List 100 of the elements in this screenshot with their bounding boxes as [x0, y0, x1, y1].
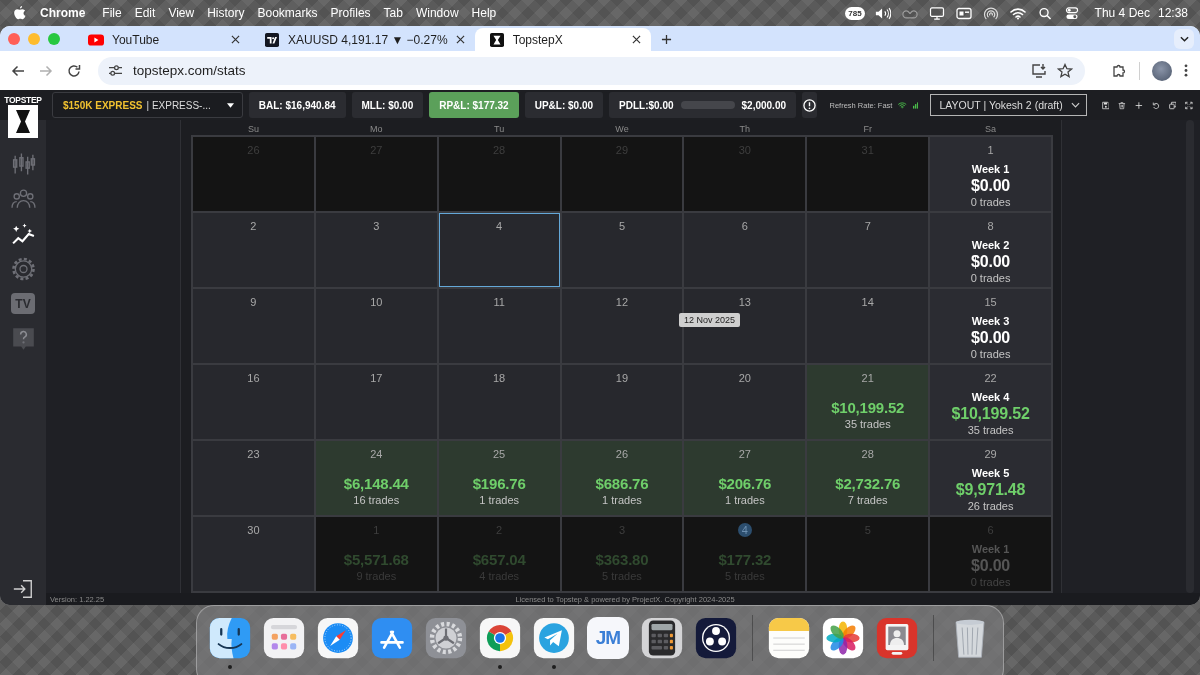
menu-item[interactable]: View [168, 6, 195, 20]
calendar-day-cell[interactable]: 21 $10,199.52 35 trades [807, 365, 929, 439]
volume-icon[interactable] [874, 6, 891, 20]
menu-item[interactable]: History [207, 6, 245, 20]
tab-search-button[interactable] [1174, 28, 1194, 49]
x-logo-icon[interactable] [8, 105, 38, 138]
menu-clock[interactable]: 12:38 [1157, 6, 1188, 20]
star-icon[interactable] [1057, 62, 1073, 79]
calendar-day-cell[interactable]: 20 [684, 365, 806, 439]
day-number: 3 [373, 220, 380, 232]
calendar-day-cell[interactable]: 11 [438, 289, 560, 363]
calendar-day-cell[interactable]: 3 [315, 213, 437, 287]
puzzle-icon[interactable] [1111, 62, 1127, 79]
site-settings-icon[interactable] [108, 64, 123, 77]
ring-logo-icon[interactable] [695, 617, 737, 659]
plus-icon[interactable] [1135, 99, 1143, 111]
day-number: 24 [370, 448, 383, 460]
candlestick-chart-icon[interactable] [10, 151, 36, 176]
control-center-icon[interactable] [1063, 6, 1080, 20]
address-bar[interactable]: topstepx.com/stats [98, 56, 1085, 85]
calculator-icon[interactable] [641, 617, 683, 659]
day-number: 7 [864, 220, 871, 232]
calendar-day-cell[interactable]: 16 [193, 365, 314, 439]
sparkle-trend-icon[interactable] [10, 221, 36, 246]
calendar-day-cell[interactable]: 23 [193, 441, 314, 515]
app-grid-icon[interactable] [263, 617, 305, 659]
calendar-day-cell[interactable]: 30 [193, 517, 314, 591]
reload-icon[interactable] [66, 62, 82, 79]
calendar-day-cell[interactable]: 4 [438, 213, 560, 287]
calendar-day-cell[interactable]: 17 [315, 365, 437, 439]
menu-item[interactable]: Help [471, 6, 497, 20]
browser-tab[interactable]: XAUUSD 4,191.17 ▼ −0.27% [250, 28, 475, 51]
portrait-frame-icon[interactable] [876, 617, 918, 659]
gear-icon[interactable] [10, 256, 36, 281]
layout-dropdown[interactable]: LAYOUT | Yokesh 2 (draft) [930, 94, 1087, 116]
save-icon[interactable] [1101, 99, 1110, 111]
menu-item[interactable]: Edit [134, 6, 156, 20]
pnl-amount: $196.76 [472, 474, 526, 494]
expand-icon[interactable] [1185, 99, 1194, 111]
calendar-day-cell[interactable]: 28 $2,732.76 7 trades [807, 441, 929, 515]
menu-item[interactable]: File [102, 6, 122, 20]
avatar-icon[interactable] [1152, 60, 1172, 81]
calendar-day-cell[interactable]: 9 [193, 289, 314, 363]
browser-tab[interactable]: TopstepX [474, 28, 651, 51]
close-icon[interactable] [231, 35, 240, 44]
day-number: 28 [861, 448, 874, 460]
menu-item[interactable]: Window [415, 6, 459, 20]
weekday-label: Th [739, 124, 751, 135]
help-icon[interactable] [10, 326, 36, 351]
calendar-day-cell[interactable]: 2 [193, 213, 314, 287]
logout-icon[interactable] [12, 578, 34, 600]
calendar-day-cell[interactable]: 5 [561, 213, 683, 287]
menu-app-name[interactable]: Chrome [40, 6, 86, 20]
browser-tab[interactable]: YouTube [74, 28, 250, 51]
browser-logo-icon[interactable] [479, 617, 521, 659]
airdrop-icon[interactable] [982, 6, 999, 20]
close-icon[interactable] [455, 35, 465, 44]
letter-a-tile-icon[interactable] [371, 617, 413, 659]
menu-item[interactable]: Profiles [330, 6, 371, 20]
menu-date[interactable]: Thu 4 Dec [1094, 6, 1150, 20]
calendar-day-cell[interactable]: 7 [807, 213, 929, 287]
restore-windows-icon[interactable] [1168, 99, 1177, 111]
compass-icon[interactable] [317, 617, 359, 659]
trash-icon[interactable] [1118, 99, 1127, 111]
calendar-day-cell[interactable]: 12 [561, 289, 683, 363]
paper-plane-icon[interactable] [533, 617, 575, 659]
calendar-day-cell[interactable]: 14 [807, 289, 929, 363]
calendar-day-cell[interactable]: 19 [561, 365, 683, 439]
more-icon[interactable] [1184, 63, 1188, 78]
calendar-day-cell[interactable]: 6 [684, 213, 806, 287]
window-panel-icon[interactable] [955, 6, 972, 20]
calendar-day-cell[interactable]: 18 [438, 365, 560, 439]
info-button[interactable] [802, 92, 818, 118]
day-number: 1 [987, 144, 994, 156]
apple-icon[interactable] [14, 6, 26, 20]
plus-icon[interactable] [660, 34, 672, 45]
menu-extra-badge[interactable]: 785 [845, 6, 865, 20]
search-icon[interactable] [1036, 6, 1053, 20]
menu-item[interactable]: Bookmarks [257, 6, 318, 20]
calendar-day-cell[interactable]: 26 $686.76 1 trades [561, 441, 683, 515]
calendar-day-cell[interactable]: 27 $206.76 1 trades [684, 441, 806, 515]
stat-pill: RP&L: $177.32 [429, 92, 519, 118]
notepad-icon[interactable] [768, 617, 810, 659]
day-number: 6 [741, 220, 748, 232]
close-icon[interactable] [631, 35, 641, 44]
calendar-day-cell[interactable]: 24 $6,148.44 16 trades [315, 441, 437, 515]
account-dropdown[interactable]: $150K EXPRESS | EXPRESS-... [52, 92, 243, 118]
install-icon[interactable] [1031, 62, 1047, 79]
gear-icon[interactable] [425, 617, 467, 659]
calendar-day-cell[interactable]: 25 $196.76 1 trades [438, 441, 560, 515]
trade-count: 16 trades [353, 494, 400, 507]
people-icon[interactable] [10, 186, 36, 211]
smiling-face-icon[interactable] [209, 617, 251, 659]
flower-icon[interactable] [822, 617, 864, 659]
dock-app-tile[interactable]: JM [587, 617, 629, 659]
calendar-day-cell[interactable]: 10 [315, 289, 437, 363]
menu-item[interactable]: Tab [383, 6, 403, 20]
wifi-icon[interactable] [1009, 6, 1026, 20]
day-number: 23 [247, 448, 260, 460]
display-icon[interactable] [928, 6, 945, 20]
